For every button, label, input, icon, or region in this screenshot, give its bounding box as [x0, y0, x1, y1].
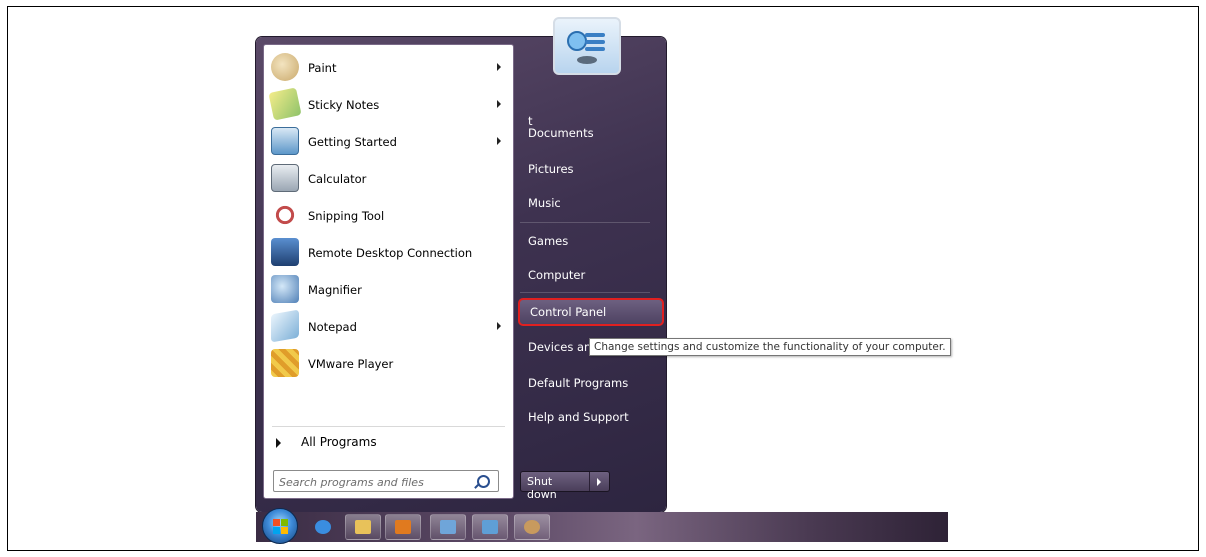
default-programs-label: Default Programs [528, 376, 629, 390]
program-item-vmware-player[interactable]: VMware Player [264, 347, 513, 381]
separator [520, 222, 650, 223]
help-label: Help and Support [528, 410, 629, 424]
tooltip: Change settings and customize the functi… [589, 338, 951, 356]
notepad-icon [271, 309, 299, 343]
program-label: Sticky Notes [308, 98, 380, 112]
paint-taskbar-icon [524, 520, 540, 534]
program-item-paint[interactable]: Paint [264, 51, 513, 85]
taskbar-ie-button[interactable] [305, 514, 341, 540]
program-label: Remote Desktop Connection [308, 246, 473, 260]
separator [520, 292, 650, 293]
program-label: Snipping Tool [308, 209, 385, 223]
program-label: Notepad [308, 320, 357, 334]
programs-pane: Paint Sticky Notes Getting Started Calcu… [263, 44, 514, 499]
windows-logo-icon [281, 527, 288, 534]
control-panel-icon [567, 31, 605, 64]
program-label: Getting Started [308, 135, 397, 149]
expand-arrow-icon [276, 438, 281, 448]
snipping-tool-icon [271, 201, 299, 229]
pictures-label: Pictures [528, 162, 574, 176]
right-item-pictures[interactable]: Pictures [518, 155, 658, 183]
right-item-help-support[interactable]: Help and Support [518, 403, 658, 431]
right-item-games[interactable]: Games [518, 227, 658, 255]
taskbar-remote-desktop-button[interactable] [472, 514, 508, 540]
right-item-music[interactable]: Music [518, 189, 658, 217]
shutdown-button[interactable]: Shut down [520, 471, 610, 501]
submenu-arrow-icon[interactable] [497, 100, 501, 108]
program-item-snipping-tool[interactable]: Snipping Tool [264, 199, 513, 233]
vmware-player-icon [271, 349, 299, 377]
internet-explorer-icon [315, 520, 331, 534]
games-label: Games [528, 234, 569, 248]
getting-started-icon [271, 127, 299, 155]
program-item-calculator[interactable]: Calculator [264, 162, 513, 196]
program-label: VMware Player [308, 357, 394, 371]
right-item-default-programs[interactable]: Default Programs [518, 369, 658, 397]
right-item-control-panel[interactable]: Control Panel [518, 298, 664, 326]
music-label: Music [528, 196, 561, 210]
documents-label: Documents [528, 126, 594, 140]
program-label: Paint [308, 61, 337, 75]
shutdown-options-arrow-icon[interactable] [590, 472, 609, 491]
program-item-getting-started[interactable]: Getting Started [264, 125, 513, 159]
windows-logo-icon [273, 527, 280, 534]
start-orb-button[interactable] [262, 508, 298, 544]
taskbar-putty-button[interactable] [430, 514, 466, 540]
all-programs-label: All Programs [301, 435, 377, 449]
user-picture[interactable] [553, 17, 621, 75]
all-programs-button[interactable]: All Programs [264, 430, 513, 456]
program-item-notepad[interactable]: Notepad [264, 309, 513, 344]
taskbar-media-player-button[interactable] [385, 514, 421, 540]
right-item-computer[interactable]: Computer [518, 261, 658, 289]
right-item-documents[interactable]: Documents [518, 119, 658, 147]
control-panel-label: Control Panel [530, 305, 607, 319]
submenu-arrow-icon[interactable] [497, 137, 501, 145]
program-label: Magnifier [308, 283, 362, 297]
separator [272, 426, 505, 427]
submenu-arrow-icon[interactable] [497, 63, 501, 71]
program-item-remote-desktop[interactable]: Remote Desktop Connection [264, 236, 513, 270]
search-input[interactable] [274, 472, 479, 493]
sticky-notes-icon [268, 87, 302, 121]
submenu-arrow-icon[interactable] [497, 322, 501, 330]
computer-label: Computer [528, 268, 586, 282]
windows-explorer-icon [355, 520, 371, 534]
windows-logo-icon [281, 519, 288, 526]
calculator-icon [271, 164, 299, 192]
search-box[interactable] [273, 470, 499, 493]
paint-icon [271, 53, 299, 81]
putty-icon [440, 520, 456, 534]
windows-logo-icon [273, 519, 280, 526]
program-item-sticky-notes[interactable]: Sticky Notes [264, 87, 513, 122]
taskbar-paint-button[interactable] [514, 514, 550, 540]
remote-desktop-icon [271, 238, 299, 266]
program-label: Calculator [308, 172, 367, 186]
program-item-magnifier[interactable]: Magnifier [264, 273, 513, 307]
remote-desktop-taskbar-icon [482, 520, 498, 534]
media-player-icon [395, 520, 411, 534]
search-icon[interactable] [477, 475, 490, 488]
magnifier-icon [271, 275, 299, 303]
shutdown-label[interactable]: Shut down [521, 472, 590, 501]
taskbar-explorer-button[interactable] [345, 514, 381, 540]
